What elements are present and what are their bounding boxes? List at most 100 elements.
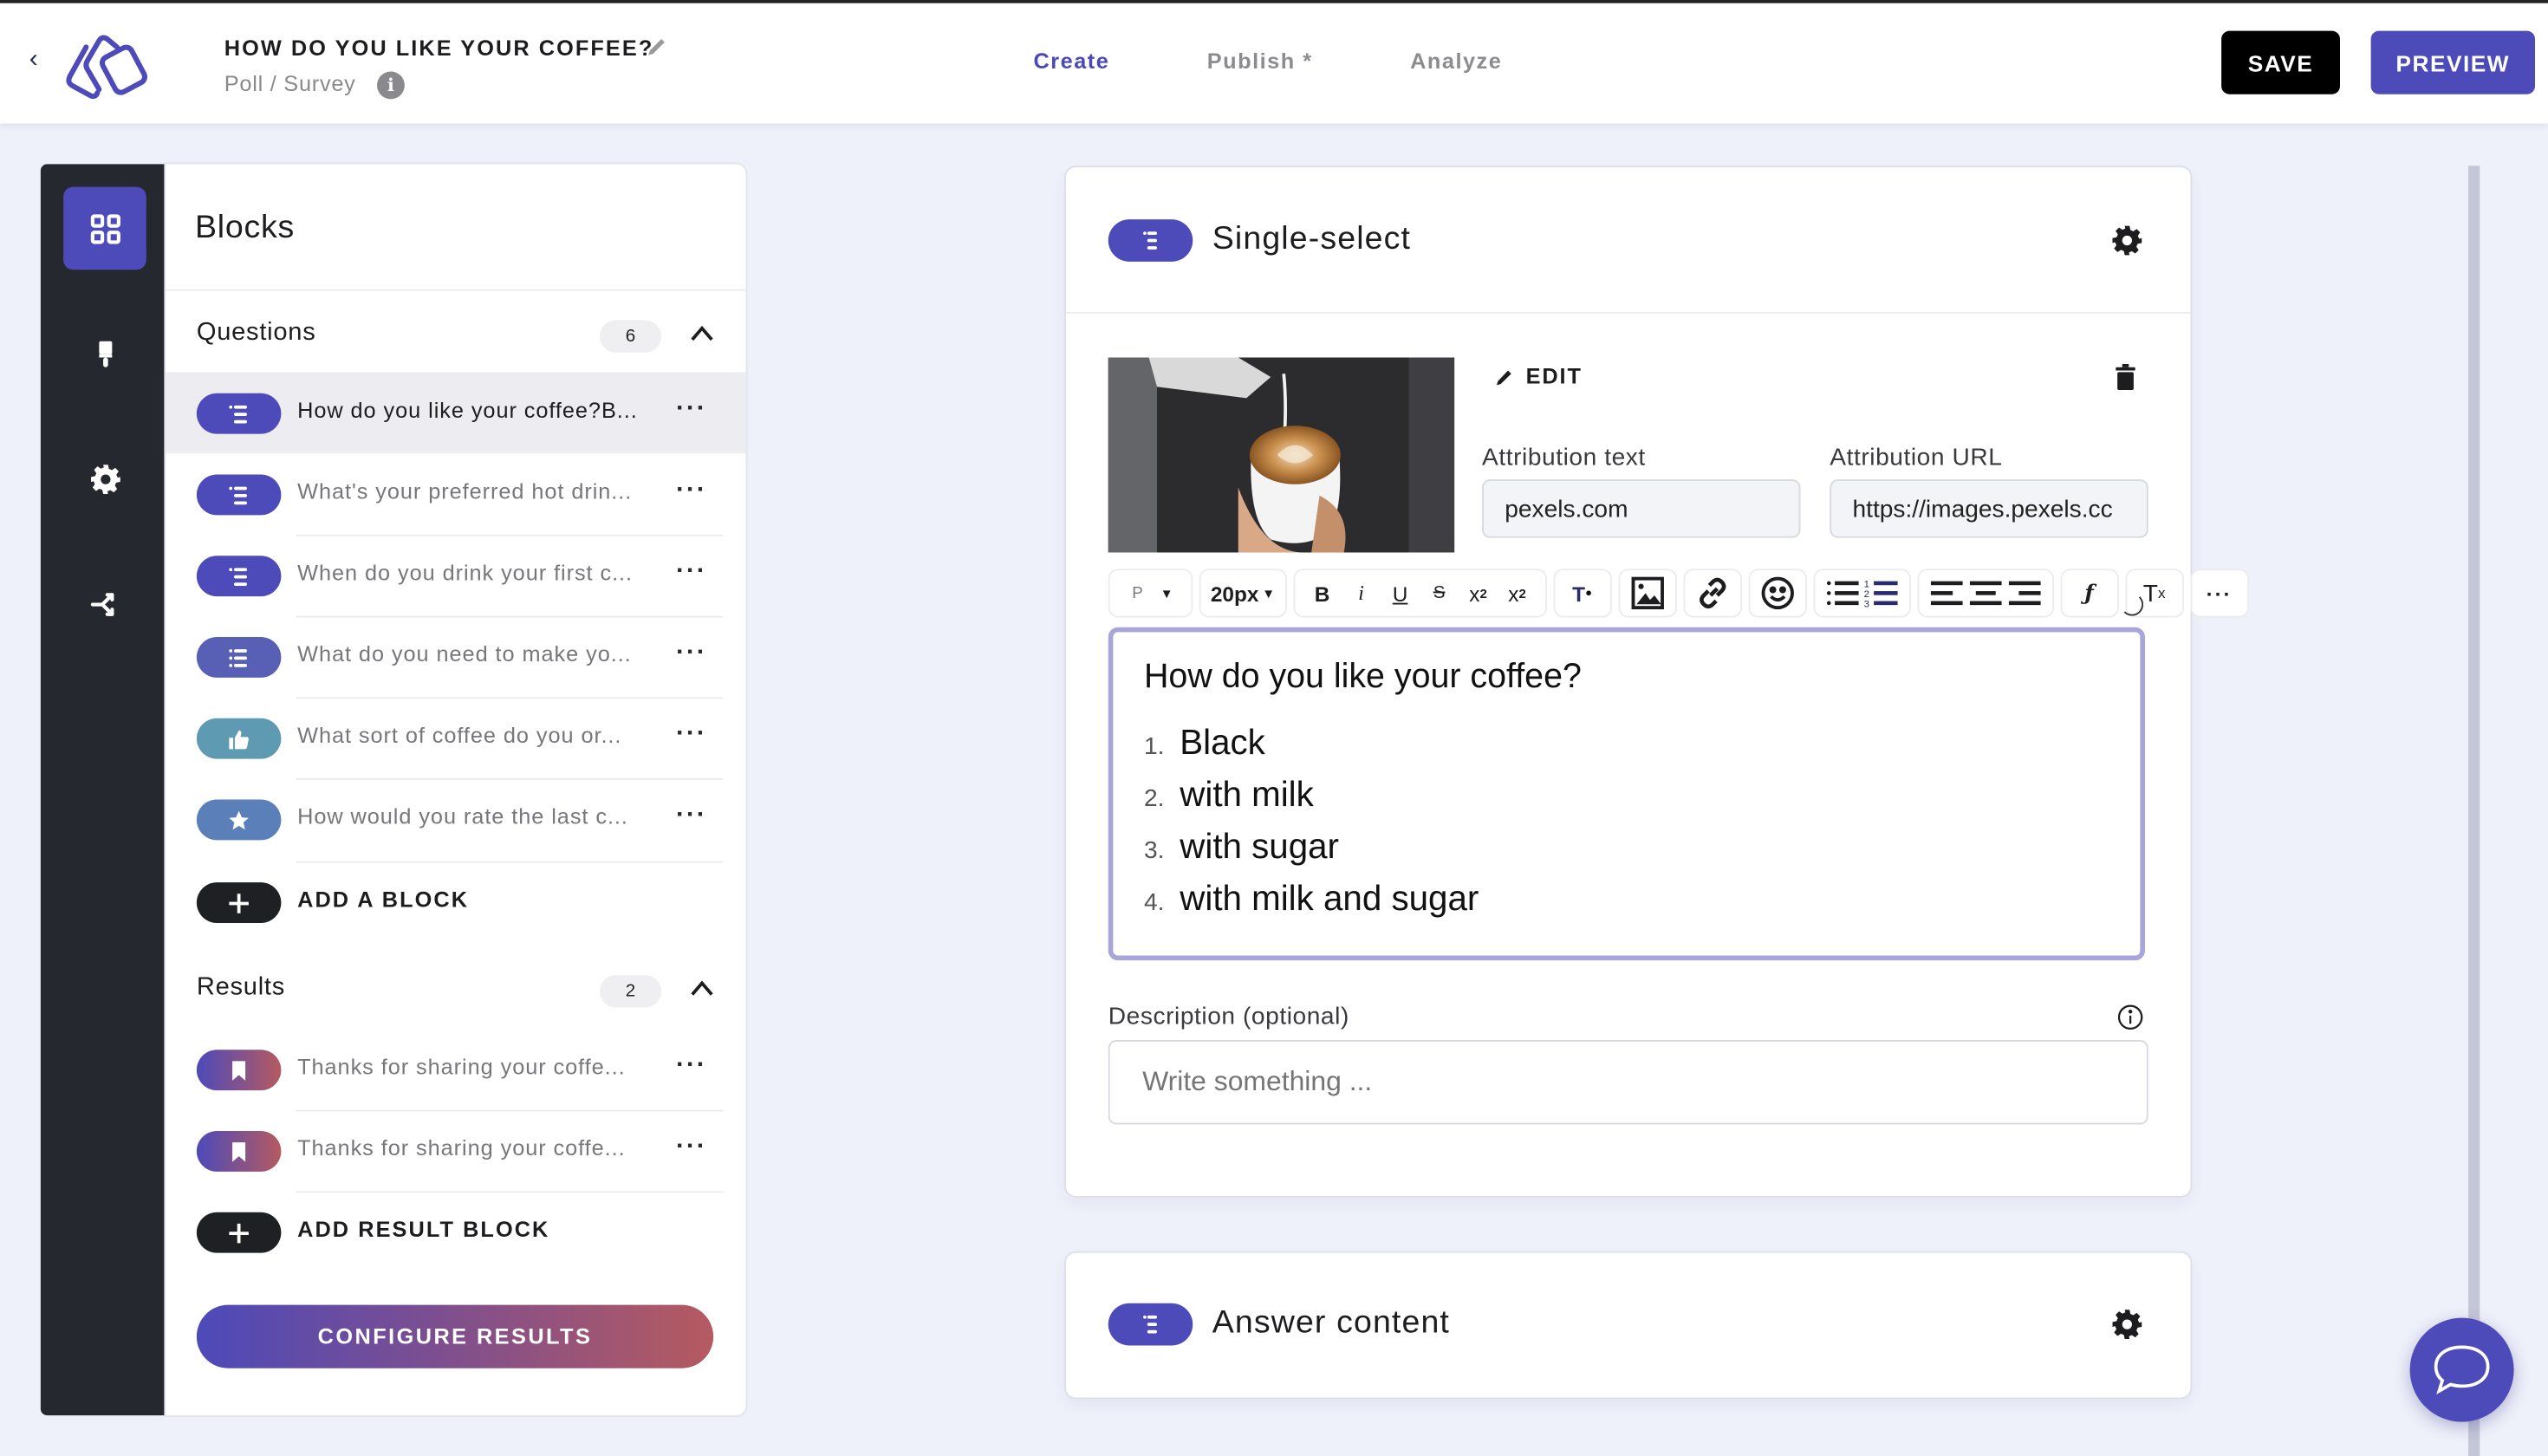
more-options-icon[interactable]: ··· [676, 639, 707, 668]
blocks-panel-title: Blocks [195, 209, 295, 246]
page-title: HOW DO YOU LIKE YOUR COFFEE? [224, 36, 654, 61]
more-options-icon[interactable]: ··· [676, 1133, 707, 1162]
configure-results-button[interactable]: CONFIGURE RESULTS [196, 1304, 714, 1368]
paint-brush-icon [98, 340, 112, 367]
text-style-group: B i U S x2 x2 [1292, 569, 1547, 618]
superscript-button[interactable]: x2 [1460, 574, 1496, 613]
emoji-icon [1760, 576, 1794, 610]
rail-settings-button[interactable] [63, 437, 146, 520]
tab-analyze[interactable]: Analyze [1410, 49, 1502, 73]
option-text: Black [1180, 723, 1265, 763]
answer-content-title: Answer content [1212, 1304, 1450, 1341]
question-title: What do you need to make yo... [297, 641, 632, 666]
coffee-image[interactable] [1108, 357, 1455, 553]
more-options-icon[interactable]: ··· [676, 1051, 707, 1081]
more-options-icon[interactable]: ··· [676, 395, 707, 425]
align-left-button[interactable] [1928, 574, 1964, 613]
chevron-up-icon[interactable] [689, 977, 715, 999]
divider [1066, 312, 2191, 314]
paragraph-format-dropdown[interactable]: P ▼ [1108, 569, 1193, 618]
bullet-list-button[interactable] [1824, 574, 1860, 613]
gear-icon[interactable] [2111, 224, 2144, 257]
question-rich-text-editor[interactable]: How do you like your coffee? 1. Black 2. w… [1108, 627, 2145, 961]
chevron-up-icon[interactable] [689, 322, 715, 344]
branch-icon [89, 592, 114, 615]
question-list-item[interactable]: When do you drink your first c... ··· [166, 534, 745, 616]
question-list-item[interactable]: How would you rate the last c... ··· [166, 778, 745, 860]
question-list-item[interactable]: What sort of coffee do you or... ··· [166, 697, 745, 778]
question-list-item[interactable]: What do you need to make yo... ··· [166, 615, 745, 698]
question-type-pill [196, 556, 282, 597]
info-icon[interactable] [2117, 1004, 2143, 1030]
option-item[interactable]: 1. Black [1144, 723, 1479, 775]
subscript-button[interactable]: x2 [1499, 574, 1535, 613]
strikethrough-button[interactable]: S [1421, 574, 1457, 613]
add-result-block-label: ADD RESULT BLOCK [297, 1217, 550, 1242]
option-text: with milk and sugar [1180, 879, 1479, 919]
back-chevron-icon[interactable]: ‹ [29, 46, 38, 75]
question-list-item[interactable]: What's your preferred hot drin... ··· [166, 453, 745, 535]
align-center-button[interactable] [1967, 574, 2003, 613]
list-icon [1143, 231, 1157, 250]
trash-icon[interactable] [2114, 364, 2136, 390]
numbered-list-button[interactable]: 123 [1863, 574, 1899, 613]
blocks-panel: Blocks Questions 6 How do you like your … [166, 164, 746, 1416]
app-logo[interactable] [59, 29, 159, 101]
edit-image-button[interactable]: EDIT [1495, 364, 1583, 388]
insert-image-button[interactable] [1617, 569, 1677, 618]
chat-bubble-icon [2434, 1345, 2490, 1394]
more-tools-button[interactable]: ··· [2189, 569, 2249, 618]
preview-button[interactable]: PREVIEW [2370, 30, 2535, 94]
rail-blocks-button[interactable] [63, 186, 146, 270]
question-type-pill [196, 718, 282, 759]
rail-design-button[interactable] [63, 312, 146, 395]
add-block-button[interactable]: ADD A BLOCK [166, 861, 745, 943]
plus-icon [229, 893, 249, 913]
underline-button[interactable]: U [1382, 574, 1418, 613]
options-list: 1. Black 2. with milk 3. with sugar 4. with … [1144, 723, 1479, 931]
single-select-card: Single-select EDIT Attribution text pexe… [1066, 167, 2249, 1196]
question-list-item[interactable]: How do you like your coffee?B... ··· [166, 372, 746, 454]
question-title: How would you rate the last c... [297, 804, 628, 829]
insert-link-button[interactable] [1682, 569, 1742, 618]
align-right-button[interactable] [2006, 574, 2042, 613]
attribution-text-input[interactable]: pexels.com [1482, 479, 1801, 538]
results-section-header[interactable]: Results 2 [166, 956, 745, 1021]
pencil-icon[interactable] [645, 36, 667, 58]
more-options-icon[interactable]: ··· [676, 801, 707, 830]
main-scrollbar[interactable] [2468, 166, 2480, 1456]
more-options-icon[interactable]: ··· [676, 476, 707, 505]
attribution-url-label: Attribution URL [1830, 443, 2003, 471]
question-type-pill [196, 799, 282, 841]
description-input[interactable] [1108, 1040, 2148, 1125]
option-number: 4. [1144, 888, 1165, 917]
tab-publish[interactable]: Publish * [1207, 49, 1313, 73]
caret-down-icon: ▼ [1160, 585, 1173, 601]
more-options-icon[interactable]: ··· [676, 557, 707, 587]
answer-content-card[interactable]: Answer content [1066, 1252, 2191, 1398]
option-item[interactable]: 2. with milk [1144, 775, 1479, 827]
tab-create[interactable]: Create [1034, 49, 1110, 73]
option-item[interactable]: 4. with milk and sugar [1144, 879, 1479, 931]
divider [296, 778, 724, 780]
formula-button[interactable]: ƒ [2059, 569, 2119, 618]
italic-button[interactable]: i [1343, 574, 1379, 613]
result-list-item[interactable]: Thanks for sharing your coffe... ··· [166, 1109, 745, 1192]
option-item[interactable]: 3. with sugar [1144, 827, 1479, 879]
gear-icon[interactable] [2111, 1308, 2144, 1341]
rail-logic-button[interactable] [63, 562, 146, 646]
text-color-button[interactable]: T ● [1552, 569, 1612, 618]
add-pill [196, 882, 282, 923]
emoji-button[interactable] [1747, 569, 1807, 618]
attribution-url-input[interactable]: https://images.pexels.cc [1830, 479, 2148, 538]
more-options-icon[interactable]: ··· [676, 720, 707, 750]
font-size-dropdown[interactable]: 20px ▼ [1199, 569, 1287, 618]
bold-button[interactable]: B [1304, 574, 1340, 613]
questions-section-header[interactable]: Questions 6 [166, 301, 745, 366]
result-list-item[interactable]: Thanks for sharing your coffe... ··· [166, 1029, 745, 1110]
save-button[interactable]: SAVE [2221, 30, 2340, 94]
add-result-block-button[interactable]: ADD RESULT BLOCK [166, 1191, 745, 1272]
info-icon[interactable]: i [377, 71, 405, 100]
list-icon [229, 404, 247, 423]
chat-support-button[interactable] [2409, 1317, 2514, 1422]
